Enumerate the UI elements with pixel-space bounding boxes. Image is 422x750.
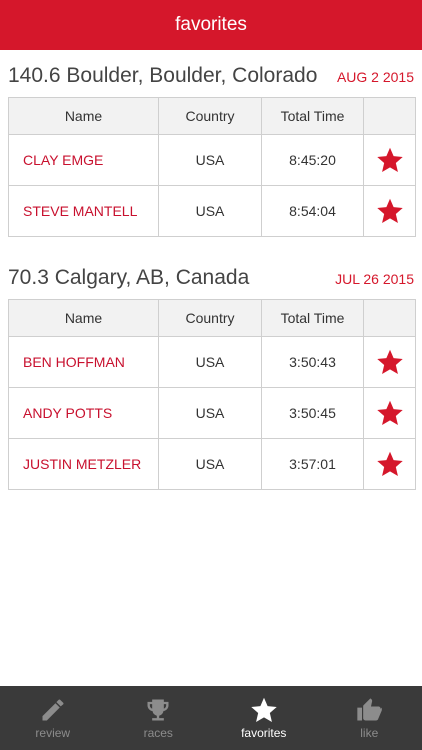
- tab-label: races: [143, 726, 173, 740]
- table-row[interactable]: CLAY EMGE USA 8:45:20: [8, 134, 416, 186]
- favorite-cell: [363, 438, 416, 490]
- table-row[interactable]: BEN HOFFMAN USA 3:50:43: [8, 336, 416, 388]
- column-header-total-time: Total Time: [261, 97, 364, 135]
- athlete-total-time: 3:57:01: [261, 438, 364, 490]
- table-header-row: Name Country Total Time: [8, 97, 416, 135]
- favorite-star-icon[interactable]: [376, 197, 404, 225]
- athlete-total-time: 3:50:43: [261, 336, 364, 388]
- favorite-star-icon[interactable]: [376, 348, 404, 376]
- column-header-favorite: [363, 299, 416, 337]
- race-date: JUL 26 2015: [335, 271, 414, 287]
- table-header-row: Name Country Total Time: [8, 299, 416, 337]
- favorite-cell: [363, 387, 416, 439]
- results-table: Name Country Total Time BEN HOFFMAN USA …: [8, 299, 416, 490]
- athlete-country: USA: [158, 387, 262, 439]
- results-table: Name Country Total Time CLAY EMGE USA 8:…: [8, 97, 416, 237]
- column-header-name: Name: [8, 299, 159, 337]
- athlete-name[interactable]: JUSTIN METZLER: [8, 438, 159, 490]
- athlete-country: USA: [158, 185, 262, 237]
- athlete-country: USA: [158, 134, 262, 186]
- tab-races[interactable]: races: [106, 686, 212, 750]
- race-title: 70.3 Calgary, AB, Canada: [8, 266, 250, 289]
- favorite-cell: [363, 185, 416, 237]
- athlete-name[interactable]: CLAY EMGE: [8, 134, 159, 186]
- column-header-favorite: [363, 97, 416, 135]
- race-heading: 70.3 Calgary, AB, Canada JUL 26 2015: [8, 266, 414, 290]
- tab-label: review: [35, 726, 71, 740]
- athlete-total-time: 8:45:20: [261, 134, 364, 186]
- favorite-star-icon[interactable]: [376, 146, 404, 174]
- favorite-cell: [363, 134, 416, 186]
- column-header-total-time: Total Time: [261, 299, 364, 337]
- table-row[interactable]: JUSTIN METZLER USA 3:57:01: [8, 438, 416, 490]
- thumbs-up-icon: [355, 696, 383, 724]
- tab-label: favorites: [241, 726, 287, 740]
- favorite-star-icon[interactable]: [376, 450, 404, 478]
- athlete-name[interactable]: STEVE MANTELL: [8, 185, 159, 237]
- tab-like[interactable]: like: [317, 686, 422, 750]
- favorite-cell: [363, 336, 416, 388]
- star-icon: [250, 696, 278, 724]
- tab-label: like: [360, 726, 379, 740]
- bottom-tab-bar: review races favorites like: [0, 686, 422, 750]
- athlete-country: USA: [158, 336, 262, 388]
- page-title: favorites: [175, 14, 247, 35]
- athlete-total-time: 3:50:45: [261, 387, 364, 439]
- race-heading: 140.6 Boulder, Boulder, Colorado AUG 2 2…: [8, 64, 414, 88]
- trophy-icon: [144, 696, 172, 724]
- pencil-icon: [39, 696, 67, 724]
- favorite-star-icon[interactable]: [376, 399, 404, 427]
- race-title: 140.6 Boulder, Boulder, Colorado: [8, 64, 318, 87]
- tab-review[interactable]: review: [0, 686, 106, 750]
- column-header-name: Name: [8, 97, 159, 135]
- table-row[interactable]: ANDY POTTS USA 3:50:45: [8, 387, 416, 439]
- athlete-country: USA: [158, 438, 262, 490]
- race-date: AUG 2 2015: [336, 69, 414, 85]
- athlete-name[interactable]: ANDY POTTS: [8, 387, 159, 439]
- column-header-country: Country: [158, 97, 262, 135]
- table-row[interactable]: STEVE MANTELL USA 8:54:04: [8, 185, 416, 237]
- tab-favorites[interactable]: favorites: [211, 686, 317, 750]
- athlete-total-time: 8:54:04: [261, 185, 364, 237]
- app-header: favorites: [0, 0, 422, 50]
- athlete-name[interactable]: BEN HOFFMAN: [8, 336, 159, 388]
- column-header-country: Country: [158, 299, 262, 337]
